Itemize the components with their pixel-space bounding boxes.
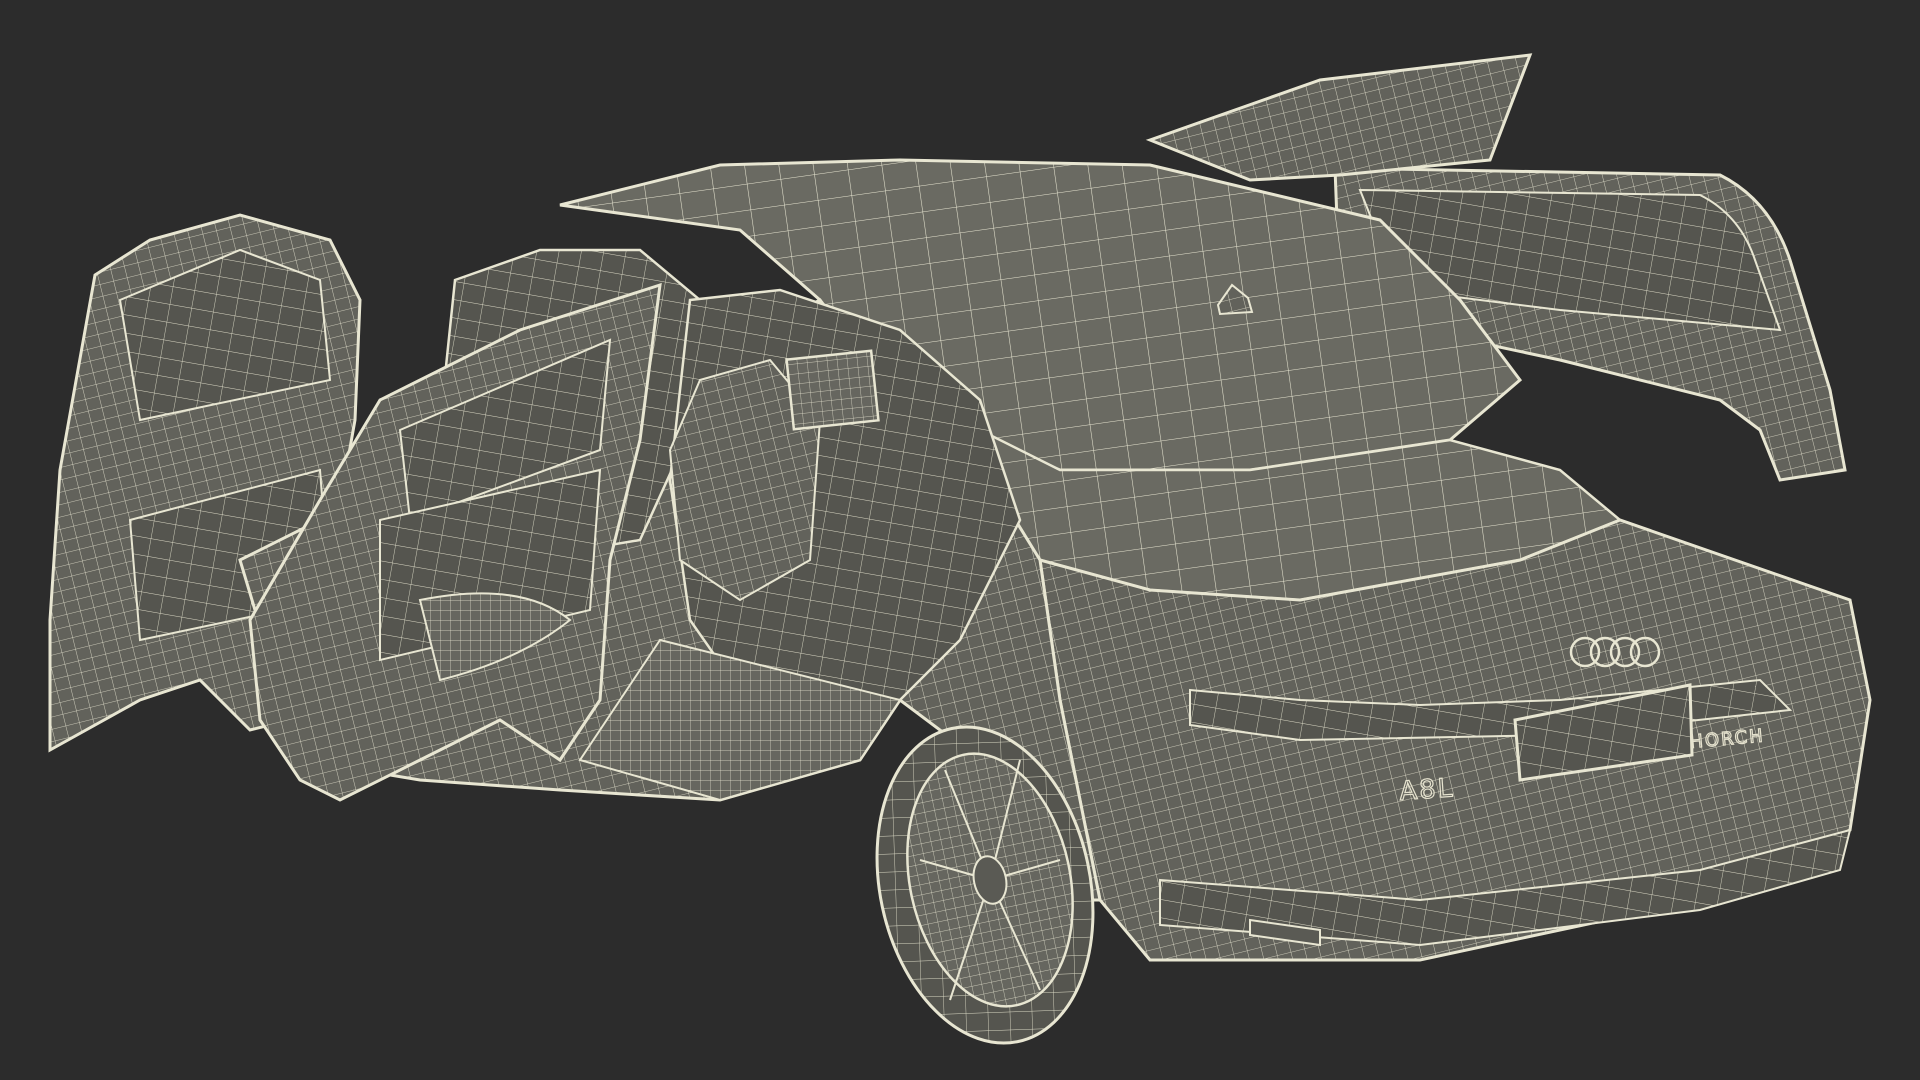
seat-screen xyxy=(785,349,880,431)
model-badge: A8L xyxy=(1398,773,1455,807)
wireframe-car-render: A8L HORCH xyxy=(0,0,1920,1080)
